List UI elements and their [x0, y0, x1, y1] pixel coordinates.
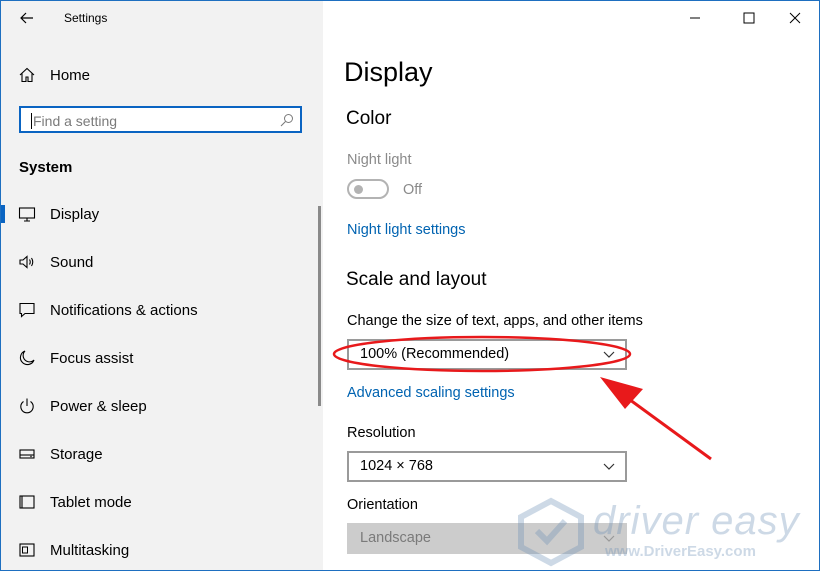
sidebar-item-display[interactable]: Display: [1, 197, 323, 245]
night-light-label: Night light: [347, 152, 412, 168]
monitor-icon: [18, 207, 36, 222]
sidebar-item-label: Power & sleep: [50, 398, 147, 415]
advanced-scaling-link[interactable]: Advanced scaling settings: [347, 385, 515, 401]
multitasking-icon: [19, 543, 35, 557]
sidebar-item-label: Storage: [50, 446, 103, 463]
sidebar-item-power-sleep[interactable]: Power & sleep: [1, 389, 323, 437]
close-button[interactable]: [775, 6, 815, 30]
tablet-icon: [19, 495, 35, 509]
scale-value: 100% (Recommended): [360, 346, 510, 362]
page-title: Display: [344, 57, 433, 87]
section-title: System: [19, 159, 73, 176]
home-nav-item[interactable]: Home: [1, 59, 323, 91]
scale-label: Change the size of text, apps, and other…: [347, 313, 643, 329]
speaker-icon: [19, 255, 34, 269]
scale-heading: Scale and layout: [346, 269, 487, 290]
toggle-knob: [354, 185, 363, 194]
watermark-brand: driver easy: [593, 499, 800, 543]
title-bar: Settings: [1, 1, 323, 35]
power-icon: [20, 398, 34, 414]
app-title: Settings: [64, 11, 108, 25]
maximize-icon: [743, 12, 755, 24]
back-button[interactable]: [13, 7, 41, 29]
sidebar-item-label: Multitasking: [50, 542, 130, 559]
storage-icon: [19, 449, 35, 459]
resolution-label: Resolution: [347, 425, 416, 441]
sidebar-item-storage[interactable]: Storage: [1, 437, 323, 485]
color-heading: Color: [346, 108, 392, 129]
search-placeholder: Find a setting: [33, 113, 118, 129]
notification-icon: [19, 302, 35, 318]
sidebar-item-label: Display: [50, 206, 100, 223]
resolution-value: 1024 × 768: [360, 458, 433, 474]
search-icon: [280, 114, 293, 127]
orientation-value: Landscape: [360, 530, 431, 546]
sidebar-nav: Display Sound Notifications & actions Fo…: [1, 197, 323, 570]
sidebar-item-multitasking[interactable]: Multitasking: [1, 533, 323, 570]
watermark: driver easy www.DriverEasy.com: [515, 497, 815, 567]
sidebar-item-sound[interactable]: Sound: [1, 245, 323, 293]
sidebar-scrollbar[interactable]: [318, 206, 321, 406]
minimize-icon: [690, 17, 700, 19]
home-icon: [19, 67, 35, 83]
sidebar-item-label: Notifications & actions: [50, 302, 198, 319]
scale-dropdown[interactable]: 100% (Recommended): [347, 339, 627, 370]
minimize-button[interactable]: [675, 6, 715, 30]
night-light-state: Off: [403, 182, 423, 198]
selection-indicator: [1, 205, 5, 223]
text-caret: [31, 113, 32, 129]
sidebar-item-label: Sound: [50, 254, 94, 271]
night-light-toggle[interactable]: [347, 179, 389, 199]
home-label: Home: [50, 67, 91, 84]
driver-easy-logo-icon: [518, 497, 584, 567]
resolution-dropdown[interactable]: 1024 × 768: [347, 451, 627, 482]
maximize-button[interactable]: [729, 6, 769, 30]
back-arrow-icon: [20, 12, 33, 24]
chevron-down-icon: [603, 463, 615, 470]
sidebar-item-label: Tablet mode: [50, 494, 132, 511]
close-icon: [789, 12, 801, 24]
orientation-label: Orientation: [347, 497, 418, 513]
main-content: Display Color Night light Off Night ligh…: [323, 1, 819, 570]
sidebar-item-notifications[interactable]: Notifications & actions: [1, 293, 323, 341]
watermark-url: www.DriverEasy.com: [605, 543, 756, 560]
sidebar-item-label: Focus assist: [50, 350, 134, 367]
sidebar-item-tablet-mode[interactable]: Tablet mode: [1, 485, 323, 533]
chevron-down-icon: [603, 351, 615, 358]
settings-window: Settings Home Find a setting System Disp…: [0, 0, 820, 571]
search-input[interactable]: Find a setting: [19, 106, 302, 133]
night-light-settings-link[interactable]: Night light settings: [347, 222, 465, 238]
sidebar: Settings Home Find a setting System Disp…: [1, 1, 323, 570]
sidebar-item-focus-assist[interactable]: Focus assist: [1, 341, 323, 389]
moon-icon: [19, 350, 35, 366]
